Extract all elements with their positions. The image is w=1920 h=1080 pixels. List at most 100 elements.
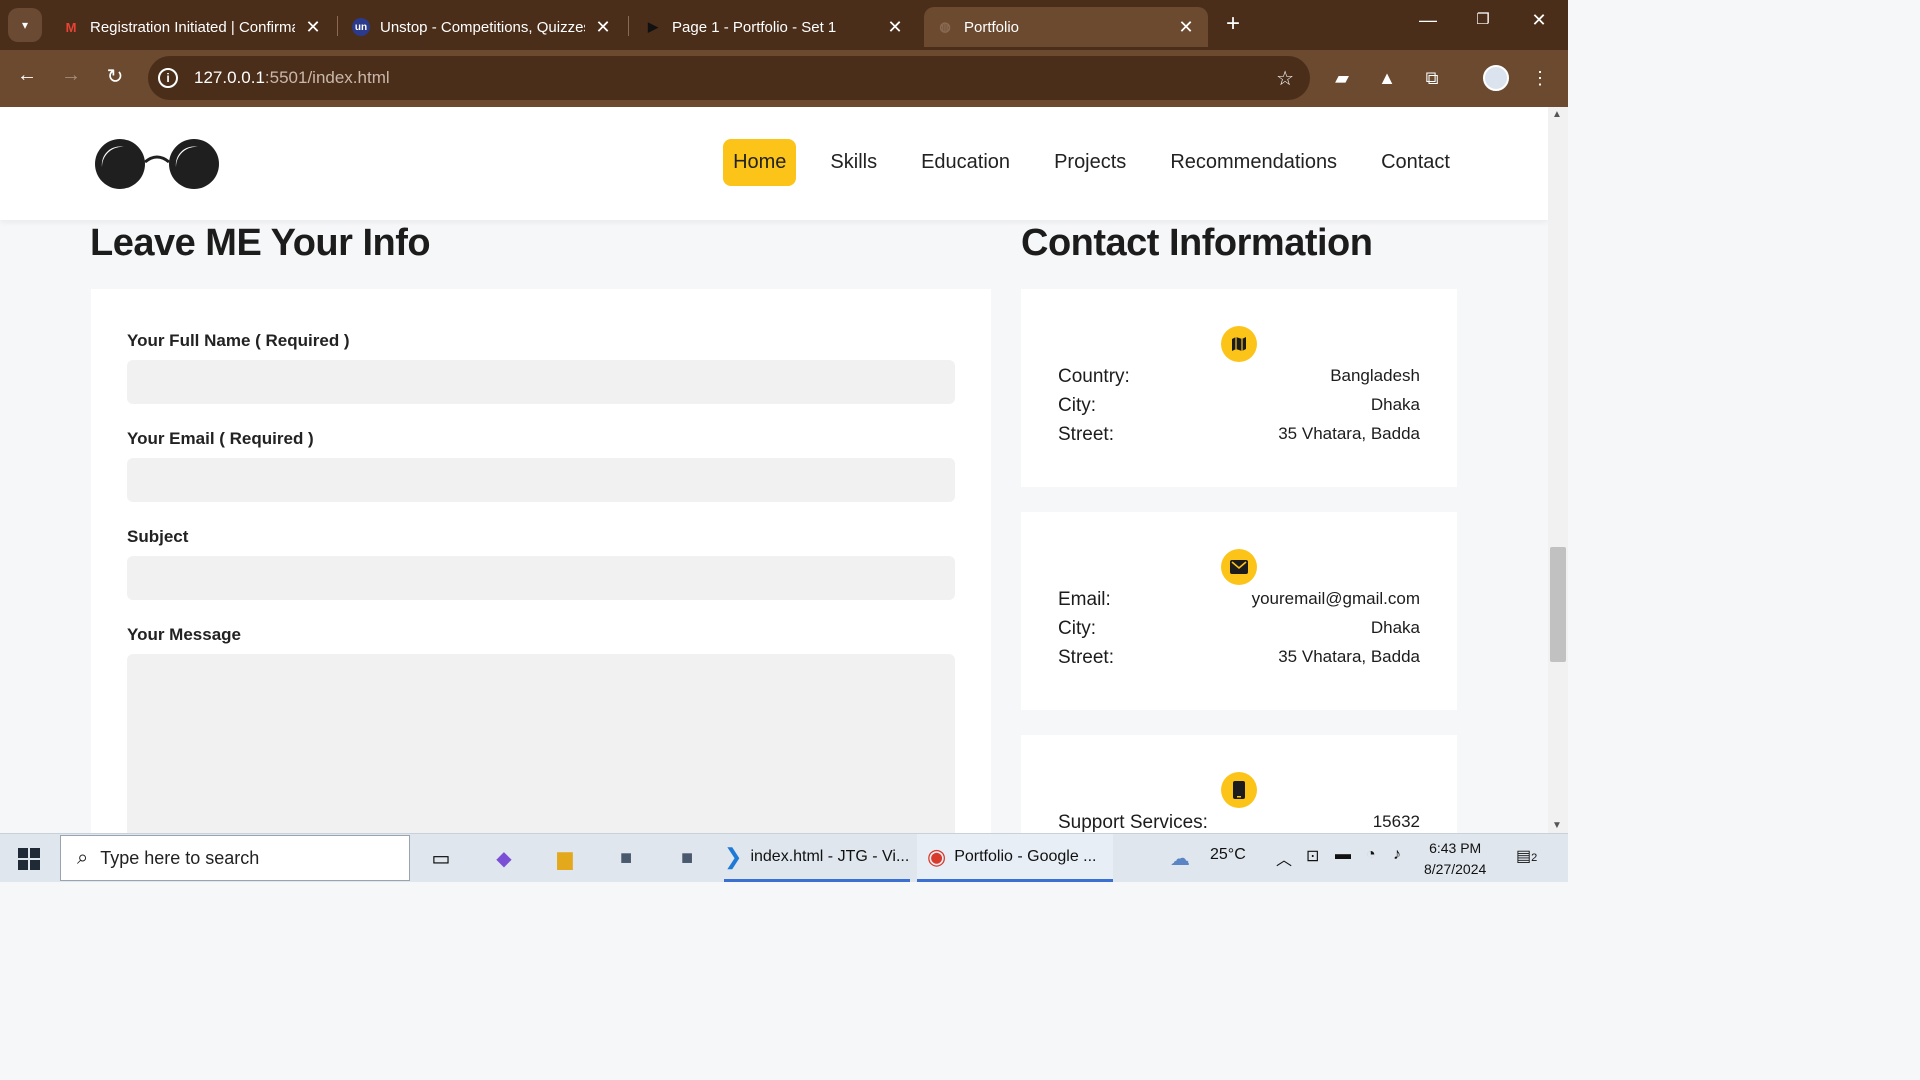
- info-row: Support Services: 15632: [1058, 812, 1420, 833]
- chrome-icon: ◉: [927, 843, 947, 869]
- browser-toolbar: ← → ↻ i 127.0.0.1:5501/index.html ☆ ▰ ▲ …: [0, 50, 1568, 107]
- page-scrollbar[interactable]: ▲ ▼: [1548, 107, 1568, 833]
- site-header: Home Skills Education Projects Recommend…: [0, 107, 1548, 220]
- tab-divider: [628, 16, 629, 36]
- tab-figma[interactable]: ▶ Page 1 - Portfolio - Set 1 ✕: [632, 7, 917, 47]
- scrollbar-thumb[interactable]: [1550, 547, 1566, 662]
- task-vscode[interactable]: ❯ index.html - JTG - Vi...: [724, 834, 910, 882]
- tab-portfolio[interactable]: ◍ Portfolio ✕: [924, 7, 1208, 47]
- extensions-puzzle-icon[interactable]: ⧉: [1418, 64, 1446, 92]
- task-label: Portfolio - Google ...: [954, 847, 1097, 865]
- contact-heading: Contact Information: [1021, 222, 1373, 264]
- nav-education[interactable]: Education: [911, 139, 1020, 186]
- minimize-button[interactable]: —: [1413, 10, 1443, 31]
- play-icon: ▶: [648, 19, 658, 34]
- main-nav: Home Skills Education Projects Recommend…: [699, 139, 1460, 186]
- browser-chrome: ▾ M Registration Initiated | Confirma ✕ …: [0, 0, 1568, 107]
- forward-arrow-icon[interactable]: →: [56, 64, 86, 87]
- tab-title: Page 1 - Portfolio - Set 1: [672, 18, 837, 36]
- subject-label: Subject: [127, 527, 189, 546]
- tab-title: Portfolio: [964, 18, 1020, 36]
- gmail-icon: M: [65, 19, 77, 35]
- tab-unstop[interactable]: un Unstop - Competitions, Quizzes ✕: [340, 7, 625, 47]
- info-row: City: Dhaka: [1058, 618, 1420, 639]
- volume-icon[interactable]: ♪: [1393, 846, 1401, 864]
- restore-button[interactable]: ❐: [1468, 10, 1498, 28]
- support-card: Support Services: 15632: [1021, 735, 1457, 833]
- nav-skills[interactable]: Skills: [820, 139, 887, 186]
- close-icon[interactable]: ✕: [593, 17, 613, 38]
- nav-home[interactable]: Home: [723, 139, 797, 186]
- search-placeholder: Type here to search: [100, 847, 260, 868]
- tab-title: Unstop - Competitions, Quizzes: [380, 18, 585, 36]
- form-heading: Leave ME Your Info: [90, 222, 431, 264]
- window-close-button[interactable]: ✕: [1524, 10, 1554, 31]
- tab-title: Registration Initiated | Confirma: [90, 18, 295, 36]
- message-label: Your Message: [127, 625, 242, 644]
- subject-field[interactable]: [127, 556, 955, 600]
- vscode-icon: ❯: [724, 843, 743, 869]
- tab-search-button[interactable]: ▾: [8, 8, 42, 42]
- info-row: Email: youremail@gmail.com: [1058, 589, 1420, 610]
- profile-avatar[interactable]: [1483, 65, 1509, 91]
- windows-taskbar: ⌕ Type here to search ▭ ◆ ▆ ■ ■ ❯ index.…: [0, 833, 1568, 882]
- nav-recommendations[interactable]: Recommendations: [1160, 139, 1347, 186]
- close-icon[interactable]: ✕: [1176, 17, 1196, 38]
- map-icon: [1221, 326, 1257, 362]
- email-card: Email: youremail@gmail.com City: Dhaka Str…: [1021, 512, 1457, 710]
- new-tab-button[interactable]: +: [1218, 10, 1248, 38]
- contact-form: Your Full Name ( Required ) Your Email (…: [91, 289, 991, 833]
- task-chrome[interactable]: ◉ Portfolio - Google ...: [917, 834, 1113, 882]
- name-label: Your Full Name ( Required ): [127, 331, 350, 350]
- email-label: Your Email ( Required ): [127, 429, 314, 448]
- chevron-up-icon[interactable]: ︿: [1276, 846, 1292, 870]
- nav-contact[interactable]: Contact: [1371, 139, 1460, 186]
- taskbar-search-input[interactable]: ⌕ Type here to search: [60, 835, 410, 881]
- close-icon[interactable]: ✕: [303, 17, 323, 38]
- bookmark-star-icon[interactable]: ☆: [1276, 66, 1294, 91]
- info-row: Country: Bangladesh: [1058, 366, 1420, 387]
- unstop-icon: un: [352, 18, 370, 36]
- copilot-icon[interactable]: ◆: [488, 842, 520, 874]
- file-explorer-icon[interactable]: ▆: [549, 842, 581, 874]
- menu-kebab-icon[interactable]: ⋮: [1526, 64, 1554, 92]
- app-icon[interactable]: ■: [671, 842, 703, 874]
- search-icon: ⌕: [77, 846, 89, 869]
- scroll-up-icon[interactable]: ▲: [1552, 109, 1562, 120]
- site-info-icon[interactable]: i: [158, 68, 178, 88]
- url-text: 127.0.0.1:5501/index.html: [194, 68, 390, 87]
- glasses-logo-icon[interactable]: [94, 137, 222, 191]
- address-bar[interactable]: i 127.0.0.1:5501/index.html ☆: [148, 56, 1310, 100]
- page-viewport: Home Skills Education Projects Recommend…: [0, 107, 1548, 833]
- task-label: index.html - JTG - Vi...: [750, 847, 910, 865]
- close-icon[interactable]: ✕: [885, 17, 905, 38]
- tab-gmail[interactable]: M Registration Initiated | Confirma ✕: [50, 7, 335, 47]
- globe-icon: ◍: [939, 19, 951, 34]
- info-row: Street: 35 Vhatara, Badda: [1058, 424, 1420, 445]
- email-field[interactable]: [127, 458, 955, 502]
- system-clock[interactable]: 6:43 PM 8/27/2024: [1424, 838, 1486, 880]
- envelope-icon: [1221, 549, 1257, 585]
- windows-start-icon[interactable]: [18, 848, 40, 870]
- drive-icon[interactable]: ▲: [1373, 64, 1401, 92]
- address-card: Country: Bangladesh City: Dhaka Street: 35 …: [1021, 289, 1457, 487]
- reload-icon[interactable]: ↻: [100, 64, 130, 89]
- info-row: Street: 35 Vhatara, Badda: [1058, 647, 1420, 668]
- tab-strip: ▾ M Registration Initiated | Confirma ✕ …: [0, 0, 1568, 50]
- message-field[interactable]: [127, 654, 955, 833]
- phone-icon: [1221, 772, 1257, 808]
- task-view-icon[interactable]: ▭: [425, 842, 457, 874]
- nav-projects[interactable]: Projects: [1044, 139, 1136, 186]
- scroll-down-icon[interactable]: ▼: [1552, 820, 1562, 831]
- wifi-icon[interactable]: ◔: [1366, 846, 1376, 864]
- device-icon[interactable]: ⊡: [1306, 846, 1319, 866]
- full-name-field[interactable]: [127, 360, 955, 404]
- info-row: City: Dhaka: [1058, 395, 1420, 416]
- battery-icon[interactable]: ▬: [1335, 846, 1351, 864]
- notification-icon[interactable]: ▤2: [1516, 846, 1537, 866]
- back-arrow-icon[interactable]: ←: [12, 64, 42, 87]
- app-icon[interactable]: ■: [610, 842, 642, 874]
- weather-temp[interactable]: 25°C: [1210, 846, 1246, 864]
- weather-icon[interactable]: ☁: [1170, 846, 1190, 871]
- extension-icon[interactable]: ▰: [1328, 64, 1356, 92]
